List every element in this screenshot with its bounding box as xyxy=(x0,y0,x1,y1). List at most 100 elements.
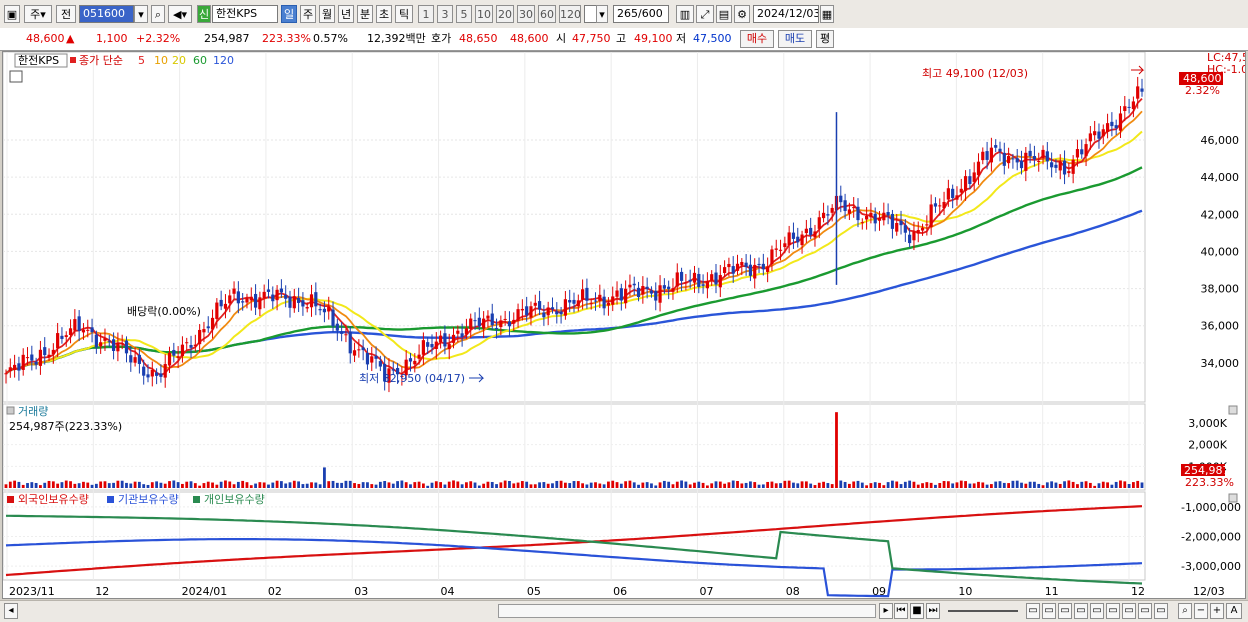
tab-month[interactable]: 월 xyxy=(319,5,335,23)
volume-bar xyxy=(727,482,731,488)
interval-30[interactable]: 30 xyxy=(517,5,535,23)
interval-5[interactable]: 5 xyxy=(456,5,472,23)
volume-bar xyxy=(615,482,619,488)
candle-body xyxy=(740,262,744,266)
volume-bar xyxy=(1015,480,1019,488)
volume-bar xyxy=(456,481,460,488)
volume-panel-icon[interactable] xyxy=(6,406,15,415)
tool-icon-4[interactable]: ▭ xyxy=(1074,603,1088,619)
tab-minute[interactable]: 분 xyxy=(357,5,373,23)
tool-icon-6[interactable]: ▭ xyxy=(1106,603,1120,619)
interval-3[interactable]: 3 xyxy=(437,5,453,23)
prev-button[interactable]: 전 xyxy=(56,5,76,23)
candle-body xyxy=(542,312,546,318)
volume-bar xyxy=(701,482,705,488)
step-forward-icon[interactable]: ⏭ xyxy=(926,603,940,619)
candle-body xyxy=(817,217,821,229)
tab-day[interactable]: 일 xyxy=(281,5,297,23)
interval-120[interactable]: 120 xyxy=(559,5,581,23)
volume-bar xyxy=(1084,481,1088,488)
volume-bar xyxy=(335,482,339,488)
zoom-out-button[interactable]: − xyxy=(1194,603,1208,619)
sell-button[interactable]: 매도 xyxy=(778,30,812,48)
zoom-in-button[interactable]: + xyxy=(1210,603,1224,619)
volume-bar xyxy=(271,482,275,488)
zoom-slider[interactable] xyxy=(948,610,1018,612)
volume-bar xyxy=(783,480,787,488)
candle-body xyxy=(619,288,623,301)
period-button[interactable]: 주▾ xyxy=(24,5,52,23)
data-count-field[interactable]: 265/600 xyxy=(613,5,669,23)
candle-body xyxy=(718,275,722,288)
candle-body xyxy=(589,302,593,304)
close-volume-panel-icon[interactable] xyxy=(1228,405,1238,415)
candle-body xyxy=(86,329,90,331)
date-tick-label: 08 xyxy=(786,585,800,598)
candle-body xyxy=(869,212,873,218)
interval-1[interactable]: 1 xyxy=(418,5,434,23)
tool-icon-1[interactable]: ▭ xyxy=(1026,603,1040,619)
volume-bar xyxy=(378,481,382,488)
step-back-icon[interactable]: ⏮ xyxy=(894,603,908,619)
volume-bar xyxy=(51,481,55,488)
interval-dropdown-icon[interactable]: ▾ xyxy=(596,5,608,23)
volume-bar xyxy=(150,482,154,488)
candle-body xyxy=(865,215,869,220)
interval-10[interactable]: 10 xyxy=(475,5,493,23)
scroll-thumb[interactable] xyxy=(498,604,876,618)
save-icon[interactable]: ▤ xyxy=(716,5,732,23)
close-holdings-panel-icon[interactable] xyxy=(1228,493,1238,503)
tab-year[interactable]: 년 xyxy=(338,5,354,23)
candle-body xyxy=(1140,88,1144,92)
eval-button[interactable]: 평 xyxy=(816,30,834,48)
code-dropdown-icon[interactable]: ▾ xyxy=(134,5,148,23)
gear-icon[interactable]: ⚙ xyxy=(734,5,750,23)
interval-60[interactable]: 60 xyxy=(538,5,556,23)
speaker-icon[interactable]: ◀▾ xyxy=(168,5,192,23)
search-icon[interactable]: ⌕ xyxy=(151,5,165,23)
tool-icon-9[interactable]: ▭ xyxy=(1154,603,1168,619)
calendar-icon[interactable]: ▦ xyxy=(820,5,834,23)
buy-button[interactable]: 매수 xyxy=(740,30,774,48)
volume-bar xyxy=(348,480,352,488)
stop-icon[interactable]: ■ xyxy=(910,603,924,619)
volume-bar xyxy=(314,482,318,488)
screen-menu-icon[interactable]: ▣ xyxy=(4,5,20,23)
chart-canvas[interactable]: 34,000 36,000 38,000 40,000 42,000 44,000 46,0… xyxy=(3,52,1245,598)
volume-bar xyxy=(503,480,507,488)
tool-icon-5[interactable]: ▭ xyxy=(1090,603,1104,619)
institution-legend: 기관보유수량 xyxy=(118,493,179,506)
candle-body xyxy=(142,366,146,376)
stock-code-input[interactable]: 051600 xyxy=(79,5,134,23)
scroll-left-icon[interactable]: ◂ xyxy=(4,603,18,619)
tab-week[interactable]: 주 xyxy=(300,5,316,23)
crosshair-icon[interactable]: ⤢ xyxy=(696,5,714,23)
tool-icon-2[interactable]: ▭ xyxy=(1042,603,1056,619)
date-input[interactable]: 2024/12/03 xyxy=(753,5,819,23)
candle-body xyxy=(223,303,228,309)
scroll-right-icon[interactable]: ▸ xyxy=(879,603,893,619)
candle-body xyxy=(847,209,851,214)
tool-icon-7[interactable]: ▭ xyxy=(1122,603,1136,619)
volume-bar xyxy=(809,483,813,488)
last-pct-tag: 2.32% xyxy=(1185,84,1220,97)
ma20-legend: 20 xyxy=(172,54,186,67)
volume-bar xyxy=(538,482,541,488)
tool-icon-8[interactable]: ▭ xyxy=(1138,603,1152,619)
candle-body xyxy=(275,289,279,301)
candle-body xyxy=(219,299,223,307)
tab-tick[interactable]: 틱 xyxy=(395,5,413,23)
grid-table-icon[interactable] xyxy=(9,70,23,83)
candle-type-icon[interactable]: ▥ xyxy=(676,5,694,23)
tool-icon-3[interactable]: ▭ xyxy=(1058,603,1072,619)
chart-area[interactable]: 34,000 36,000 38,000 40,000 42,000 44,000 46,0… xyxy=(2,51,1246,599)
tab-second[interactable]: 초 xyxy=(376,5,392,23)
volume-bar xyxy=(813,485,817,488)
interval-20[interactable]: 20 xyxy=(496,5,514,23)
zoom-search-icon[interactable]: ⌕ xyxy=(1178,603,1192,619)
candle-body xyxy=(103,338,107,341)
volume-bar xyxy=(568,483,572,488)
date-tick-label: 12 xyxy=(1131,585,1145,598)
dividend-annotation: 배당락(0.00%) xyxy=(127,305,201,318)
auto-scale-button[interactable]: A xyxy=(1226,603,1242,619)
